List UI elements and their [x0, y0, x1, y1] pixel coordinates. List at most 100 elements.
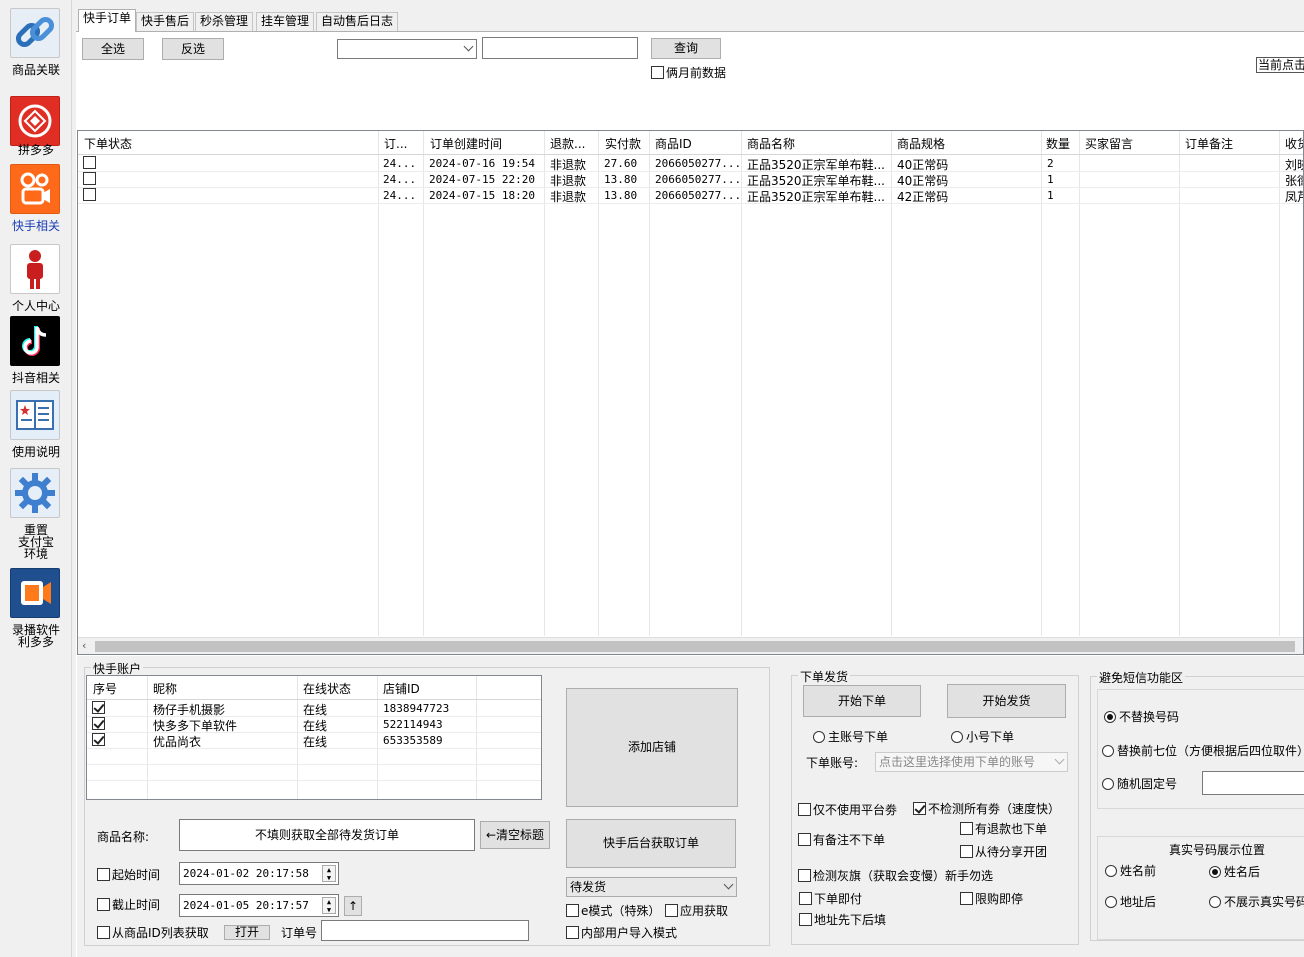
clear-title-button[interactable]: ←清空标题: [480, 821, 550, 849]
column-header[interactable]: 数量: [1046, 135, 1070, 152]
start-order-button[interactable]: 开始下单: [803, 685, 921, 717]
checkbox-icon: [960, 822, 973, 835]
remark-no-order-checkbox[interactable]: 有备注不下单: [798, 831, 885, 848]
time-spinner-icon[interactable]: ▲ ▼: [322, 897, 336, 914]
after-name-radio[interactable]: 姓名后: [1209, 863, 1260, 880]
column-header[interactable]: 订单创建时间: [430, 135, 502, 152]
column-header[interactable]: 实付款: [605, 135, 641, 152]
tab-kuaishou-orders[interactable]: 快手订单: [78, 9, 137, 32]
refund-still-order-checkbox[interactable]: 有退款也下单: [960, 820, 1047, 837]
invert-selection-button[interactable]: 反选: [162, 38, 224, 60]
column: [78, 131, 379, 636]
apply-fetch-checkbox[interactable]: 应用获取: [665, 902, 728, 919]
no-replace-radio[interactable]: 不替换号码: [1104, 708, 1179, 725]
sidebar-item-kuaishou[interactable]: 快手相关: [0, 164, 72, 236]
column-header[interactable]: 在线状态: [303, 680, 351, 697]
time-spinner-icon[interactable]: ▲ ▼: [322, 865, 336, 882]
add-shop-button[interactable]: 添加店铺: [566, 688, 738, 807]
sidebar-item-pinduoduo[interactable]: 拼多多: [0, 96, 72, 158]
column-header[interactable]: 退款...: [550, 135, 598, 152]
only-no-platform-coupon-checkbox[interactable]: 仅不使用平台劵: [798, 801, 897, 818]
column-header[interactable]: 下单状态: [84, 135, 132, 152]
column-header[interactable]: 商品ID: [655, 135, 692, 152]
column-header[interactable]: 商品名称: [747, 135, 795, 152]
table-row[interactable]: 24... 2024-07-15 22:20 非退款 13.80 2066050…: [78, 171, 1303, 188]
row-checkbox[interactable]: [92, 701, 105, 714]
address-first-checkbox[interactable]: 地址先下后填: [799, 911, 886, 928]
row-checkbox[interactable]: [92, 733, 105, 746]
order-account-select[interactable]: 点击这里选择使用下单的账号: [875, 752, 1068, 772]
scroll-left-icon[interactable]: ‹: [82, 639, 86, 652]
accounts-table[interactable]: 序号 昵称 在线状态 店铺ID 杨仔手机摄影 在线 1838947723 快多多…: [86, 675, 542, 800]
checkbox-icon: [960, 845, 973, 858]
tab-auto-aftersale-log[interactable]: 自动售后日志: [316, 12, 399, 31]
internal-import-checkbox[interactable]: 内部用户导入模式: [566, 924, 677, 941]
order-then-pay-checkbox[interactable]: 下单即付: [799, 890, 862, 907]
limit-then-stop-checkbox[interactable]: 限购即停: [960, 890, 1023, 907]
scrollbar-thumb[interactable]: [95, 641, 1295, 652]
end-time-input[interactable]: 2024-01-05 20:17:57 ▲ ▼: [179, 894, 339, 917]
order-status-select[interactable]: 待发货: [566, 877, 737, 897]
main-account-radio[interactable]: 主账号下单: [813, 728, 888, 745]
horizontal-scrollbar[interactable]: ‹: [78, 637, 1303, 654]
row-checkbox[interactable]: [92, 717, 105, 730]
fetch-orders-button[interactable]: 快手后台获取订单: [566, 819, 736, 868]
orders-table[interactable]: 下单状态 订... 订单创建时间 退款... 实付款 商品ID 商品名称 商品规…: [77, 130, 1304, 655]
sidebar-item-douyin[interactable]: 抖音相关: [0, 316, 72, 386]
column-header[interactable]: 收货: [1285, 135, 1303, 152]
table-row[interactable]: 24... 2024-07-15 18:20 非退款 13.80 2066050…: [78, 187, 1303, 204]
start-time-input[interactable]: 2024-01-02 20:17:58 ▲ ▼: [179, 862, 339, 885]
column-header[interactable]: 序号: [93, 680, 117, 697]
tab-flash-sale[interactable]: 秒杀管理: [195, 12, 254, 31]
sidebar-item-manual[interactable]: 使用说明: [0, 390, 72, 460]
check-gray-flag-checkbox[interactable]: 检测灰旗（获取会变慢）新手勿选: [798, 867, 993, 884]
account-row[interactable]: 杨仔手机摄影 在线 1838947723: [87, 700, 541, 717]
start-time-checkbox[interactable]: 起始时间: [97, 866, 160, 883]
account-row[interactable]: 快多多下单软件 在线 522114943: [87, 716, 541, 733]
tab-kuaishou-aftersale[interactable]: 快手售后: [136, 12, 195, 31]
replace-first7-radio[interactable]: 替换前七位（方便根据后四位取件）: [1102, 742, 1304, 759]
order-number-input[interactable]: [321, 920, 529, 941]
real-number-title: 真实号码展示位置: [1169, 843, 1266, 857]
product-name-input[interactable]: 不填则获取全部待发货订单: [179, 819, 475, 851]
share-group-open-checkbox[interactable]: 从待分享开团: [960, 843, 1047, 860]
radio-selected-icon: [1104, 711, 1116, 723]
before-name-radio[interactable]: 姓名前: [1105, 862, 1156, 879]
sidebar-item-product-link[interactable]: 商品关联: [0, 6, 72, 80]
start-ship-button[interactable]: 开始发货: [947, 684, 1066, 718]
two-months-checkbox[interactable]: 俩月前数据: [651, 64, 726, 81]
table-row[interactable]: 24... 2024-07-16 19:54 非退款 27.60 2066050…: [78, 155, 1303, 172]
column-header[interactable]: 订...: [384, 135, 422, 152]
search-input[interactable]: [482, 37, 638, 59]
query-button[interactable]: 查询: [651, 38, 721, 59]
row-checkbox[interactable]: [83, 156, 96, 169]
column-header[interactable]: 买家留言: [1085, 135, 1133, 152]
row-checkbox[interactable]: [83, 172, 96, 185]
skip-coupon-check-checkbox[interactable]: 不检测所有劵（速度快）: [913, 800, 1060, 817]
column-header[interactable]: 昵称: [153, 680, 177, 697]
search-field-select[interactable]: [337, 39, 477, 59]
column-header[interactable]: 店铺ID: [383, 680, 420, 697]
e-mode-checkbox[interactable]: e模式（特殊）: [566, 902, 660, 919]
random-fixed-radio[interactable]: 随机固定号: [1102, 775, 1177, 792]
column: [599, 131, 650, 636]
column: [742, 131, 892, 636]
sidebar-item-recording[interactable]: 录播软件 利多多: [0, 568, 72, 652]
random-fixed-input[interactable]: [1202, 771, 1304, 795]
up-arrow-button[interactable]: ↑: [344, 896, 362, 916]
account-row[interactable]: 优品尚衣 在线 653353589: [87, 732, 541, 749]
from-product-list-checkbox[interactable]: 从商品ID列表获取: [97, 924, 209, 941]
column-header[interactable]: 商品规格: [897, 135, 945, 152]
sidebar-item-personal[interactable]: 个人中心: [0, 244, 72, 314]
sub-account-radio[interactable]: 小号下单: [951, 728, 1014, 745]
person-icon: [10, 244, 60, 294]
after-address-radio[interactable]: 地址后: [1105, 893, 1156, 910]
tab-cart-manage[interactable]: 挂车管理: [256, 12, 315, 31]
end-time-checkbox[interactable]: 截止时间: [97, 896, 160, 913]
select-all-button[interactable]: 全选: [82, 38, 144, 60]
row-checkbox[interactable]: [83, 188, 96, 201]
column-header[interactable]: 订单备注: [1185, 135, 1233, 152]
open-button[interactable]: 打开: [224, 925, 270, 940]
sidebar-item-reset-alipay[interactable]: 重置 支付宝 环境: [0, 468, 72, 560]
hide-real-radio[interactable]: 不展示真实号码: [1209, 893, 1304, 910]
